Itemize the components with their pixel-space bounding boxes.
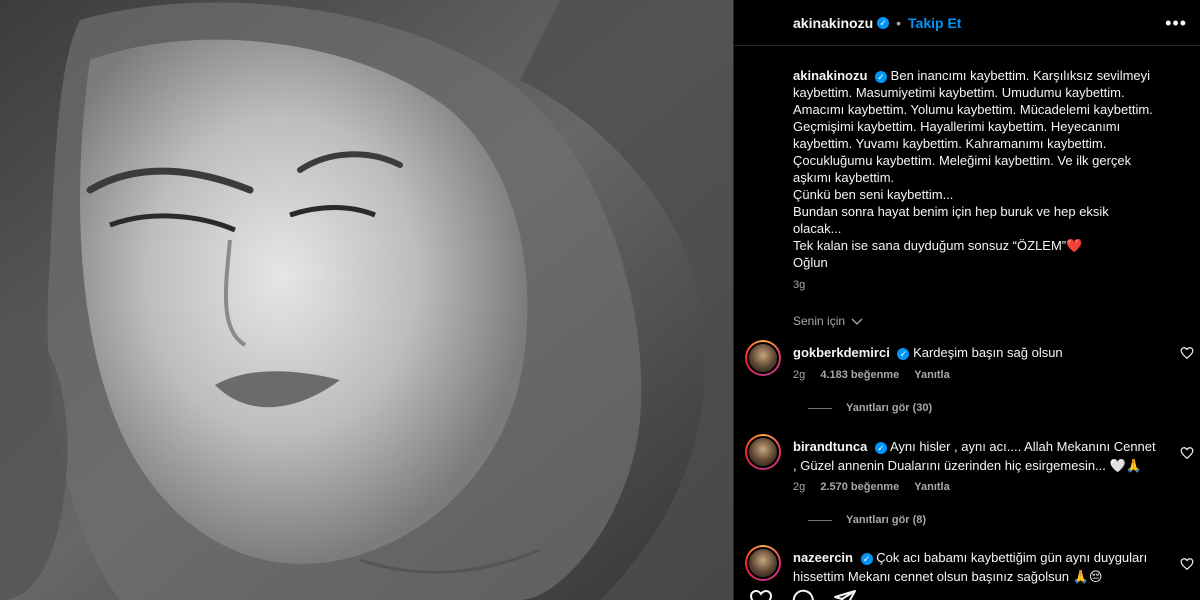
share-icon[interactable] [833,588,857,600]
view-replies-button[interactable]: Yanıtları gör (8) [808,514,926,526]
comment-icon[interactable] [791,588,815,600]
post-side-panel: akinakinozu ✓ • Takip Et ••• akinakinozu… [733,0,1200,600]
view-replies-label: Yanıtları gör (30) [846,402,933,414]
replies-divider [808,519,832,521]
reply-button[interactable]: Yanıtla [914,369,949,381]
comment-text: birandtunca ✓ Aynı hisler , aynı acı....… [793,437,1173,475]
avatar[interactable] [745,545,781,581]
comment-timestamp[interactable]: 2g [793,481,805,493]
verified-icon: ✓ [877,16,890,29]
caption-line: olacak... [793,221,842,236]
caption-line: Çocukluğumu kaybettim. Meleğimi kaybetti… [793,153,1132,168]
comment-body: Kardeşim başın sağ olsun [913,345,1063,360]
comment-item: birandtunca ✓ Aynı hisler , aynı acı....… [742,434,1194,534]
caption-line: Oğlun [793,255,828,270]
comment-username[interactable]: nazeercin [793,550,853,565]
comment-item: gokberkdemirci ✓ Kardeşim başın sağ olsu… [742,340,1194,430]
caption-line: Amacımı kaybettim. Yolumu kaybettim. Müc… [793,102,1153,117]
like-icon[interactable] [749,588,773,600]
caption-line: Geçmişimi kaybettim. Hayallerimi kaybett… [793,119,1121,134]
comment-sort-dropdown[interactable]: Senin için [793,314,863,328]
caption-author-username[interactable]: akinakinozu [793,68,867,83]
view-replies-label: Yanıtları gör (8) [846,514,927,526]
comment-body: Çok acı babamı kaybettiğim gün aynı duyg… [876,550,1148,565]
post-actions-bar [749,588,857,600]
caption-line: Çünkü ben seni kaybettim... [793,187,954,202]
chevron-down-icon [851,318,863,325]
view-replies-button[interactable]: Yanıtları gör (30) [808,402,932,414]
caption-line: akinakinozu ✓ Ben inancımı kaybettim. Ka… [793,67,1188,84]
post-header: akinakinozu ✓ • Takip Et ••• [734,0,1200,46]
caption-line: kaybettim. Masumiyetimi kaybettim. Umudu… [793,85,1125,100]
caption-line: Bundan sonra hayat benim için hep buruk … [793,204,1109,219]
comment-body-continued: , Güzel annenin Dualarını üzerinden hiç … [793,458,1142,473]
header-separator: • [896,14,902,31]
heart-icon[interactable] [1180,557,1194,571]
follow-button[interactable]: Takip Et [908,15,961,31]
comment-text: gokberkdemirci ✓ Kardeşim başın sağ olsu… [793,343,1173,362]
comment-timestamp[interactable]: 2g [793,369,805,381]
caption-line: Tek kalan ise sana duyduğum sonsuz “ÖZLE… [793,238,1083,253]
comment-meta: 2g 4.183 beğenme Yanıtla [793,369,962,381]
post-caption: akinakinozu ✓ Ben inancımı kaybettim. Ka… [793,67,1188,271]
caption-timestamp[interactable]: 3g [793,279,805,291]
caption-line: aşkımı kaybettim. [793,170,895,185]
comment-body: Aynı hisler , aynı acı.... Allah Mekanın… [889,439,1156,454]
comment-item: nazeercin ✓ Çok acı babamı kaybettiğim g… [742,545,1194,585]
comment-username[interactable]: birandtunca [793,439,867,454]
verified-icon: ✓ [875,441,888,454]
avatar[interactable] [745,434,781,470]
comment-username[interactable]: gokberkdemirci [793,345,890,360]
caption-text: Ben inancımı kaybettim. Karşılıksız sevi… [890,68,1151,83]
caption-line: kaybettim. Yuvamı kaybettim. Kahramanımı… [793,136,1107,151]
heart-icon[interactable] [1180,346,1194,360]
more-options-button[interactable]: ••• [1165,13,1187,34]
comment-sort-label: Senin için [793,314,846,328]
photo-illustration [0,0,733,600]
comment-meta: 2g 2.570 beğenme Yanıtla [793,481,962,493]
comment-likes[interactable]: 2.570 beğenme [820,481,899,493]
verified-icon: ✓ [897,347,910,360]
heart-icon[interactable] [1180,446,1194,460]
comment-body-continued: hissettim Mekanı cennet olsun başınız sa… [793,569,1103,584]
post-photo[interactable] [0,0,733,600]
replies-divider [808,407,832,409]
comment-likes[interactable]: 4.183 beğenme [820,369,899,381]
verified-icon: ✓ [860,552,873,565]
verified-icon: ✓ [875,70,888,83]
comment-text: nazeercin ✓ Çok acı babamı kaybettiğim g… [793,548,1173,585]
avatar[interactable] [745,340,781,376]
post-author-username[interactable]: akinakinozu [793,15,873,31]
reply-button[interactable]: Yanıtla [914,481,949,493]
